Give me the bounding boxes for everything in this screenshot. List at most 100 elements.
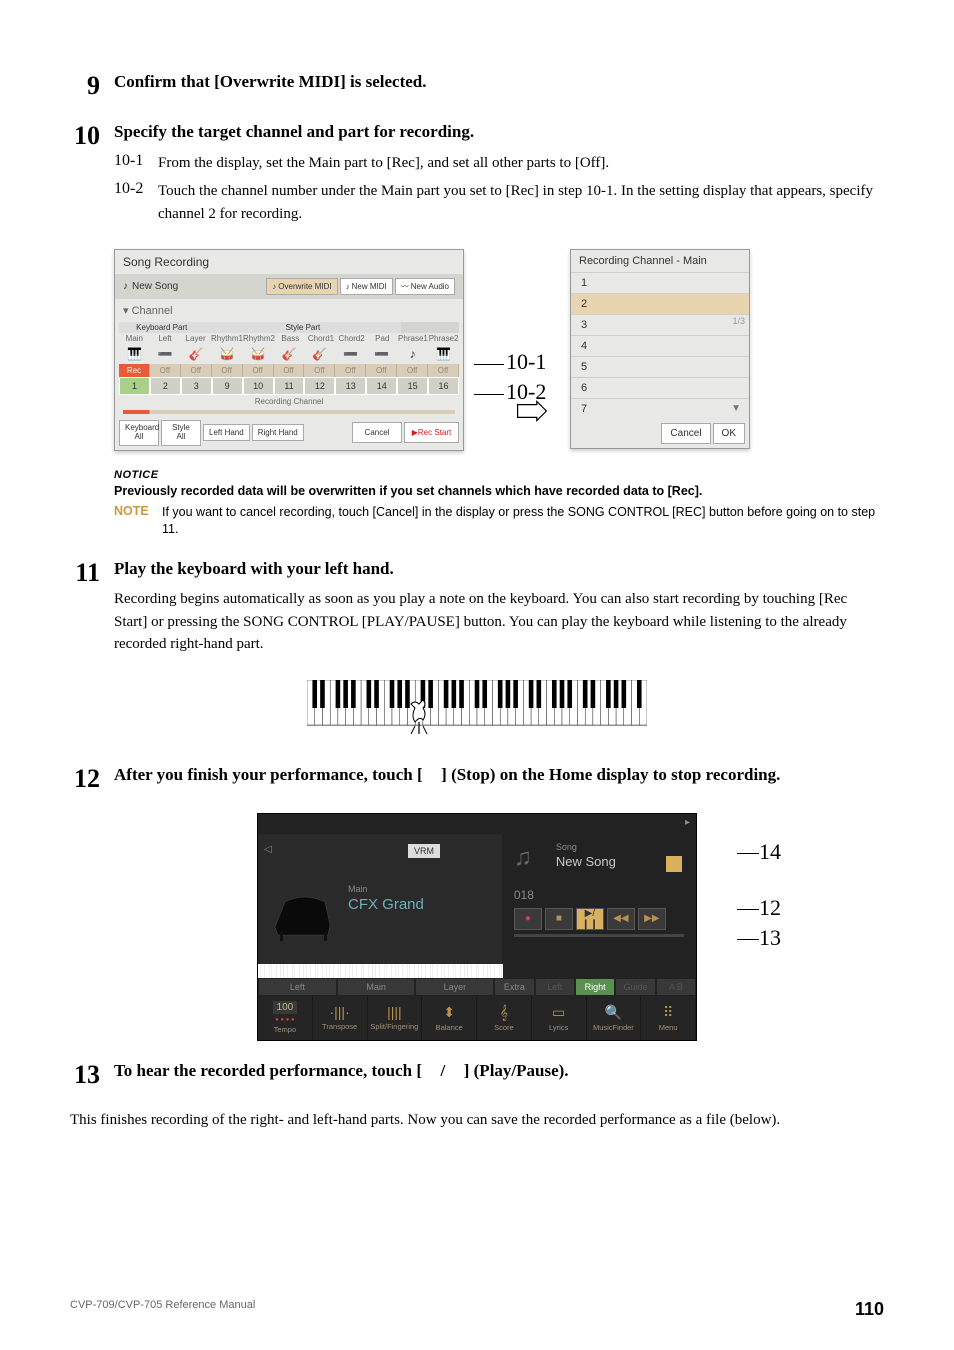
home-bottom-musicfinder[interactable]: 🔍MusicFinder (587, 996, 642, 1040)
home-bottom-score[interactable]: 𝄞Score (477, 996, 532, 1040)
step-12: 12 After you finish your performance, to… (70, 763, 884, 795)
expand-icon[interactable]: ▸ (685, 817, 690, 828)
channel-slider[interactable] (123, 410, 455, 414)
channel-number-cell[interactable]: 1 (119, 377, 150, 395)
channel-number-cell[interactable]: 16 (428, 377, 459, 395)
step-title: Confirm that [Overwrite MIDI] is selecte… (114, 70, 884, 94)
channel-number-cell[interactable]: 11 (274, 377, 305, 395)
record-button[interactable]: ● (514, 908, 542, 930)
rec-off-cell[interactable]: Off (150, 364, 181, 377)
callout-10-1: 10-1 (472, 349, 546, 375)
right-hand-button[interactable]: Right Hand (252, 424, 304, 441)
channel-number-cell[interactable]: 14 (366, 377, 397, 395)
channel-number-cell[interactable]: 9 (212, 377, 243, 395)
ok-button[interactable]: OK (713, 423, 745, 444)
channel-list-item[interactable]: 4 (571, 335, 749, 356)
callout-13: 13 (737, 925, 781, 951)
part-label: Phrase2 (428, 333, 459, 344)
rec-off-cell[interactable]: Off (304, 364, 335, 377)
cancel-button[interactable]: Cancel (661, 423, 710, 444)
callout-14: 14 (737, 839, 781, 865)
part-icon: ➖ (335, 344, 366, 364)
rec-off-cell[interactable]: Off (243, 364, 274, 377)
channel-number-cell[interactable]: 13 (335, 377, 366, 395)
arrow-icon (516, 399, 548, 423)
rec-off-cell[interactable]: Off (335, 364, 366, 377)
chevron-down-icon[interactable]: ▼ (731, 403, 741, 414)
rewind-button[interactable]: ◀◀ (607, 908, 635, 930)
vrm-badge: VRM (408, 844, 440, 858)
page-footer: CVP-709/CVP-705 Reference Manual 110 (70, 1299, 884, 1320)
guide-tab[interactable]: Guide (615, 978, 655, 996)
overwrite-midi-tab[interactable]: ♪Overwrite MIDI (266, 278, 337, 295)
channel-list-item[interactable]: 2 (571, 293, 749, 314)
part-icon: ♪ (397, 344, 428, 364)
left-hand-button[interactable]: Left Hand (203, 424, 250, 441)
play-pause-button[interactable]: ▶/❙❙ (576, 908, 604, 930)
right-part-tab[interactable]: Right (575, 978, 615, 996)
step-body: Recording begins automatically as soon a… (114, 588, 884, 656)
song-recording-panel: Song Recording ♪ New Song ♪Overwrite MID… (114, 249, 464, 451)
part-icon: ➖ (150, 344, 181, 364)
rec-off-cell[interactable]: Off (212, 364, 243, 377)
recording-channel-panel: Recording Channel - Main 1234567 Cancel … (570, 249, 750, 449)
back-icon[interactable]: ◁ (264, 844, 272, 855)
home-bottom-menu[interactable]: ⠿Menu (641, 996, 696, 1040)
note-text: If you want to cancel recording, touch [… (162, 504, 884, 539)
channel-list-item[interactable]: 6 (571, 377, 749, 398)
step-10: 10 Specify the target channel and part f… (70, 120, 884, 231)
step-title: After you finish your performance, touch… (114, 763, 884, 787)
home-bottom-lyrics[interactable]: ▭Lyrics (532, 996, 587, 1040)
rec-off-cell[interactable]: Off (181, 364, 212, 377)
step-13: 13 To hear the recorded performance, tou… (70, 1059, 884, 1091)
channel-number-cell[interactable]: 15 (397, 377, 428, 395)
left-part-tab[interactable]: Left (535, 978, 575, 996)
rec-start-button[interactable]: ▶Rec Start (404, 422, 459, 443)
part-label: Chord1 (306, 333, 337, 344)
style-all-button[interactable]: Style All (161, 420, 201, 446)
channel-list-item[interactable]: 3 (571, 314, 749, 335)
channel-number-cell[interactable]: 3 (181, 377, 212, 395)
home-bottom-splitfingering[interactable]: ||||Split/Fingering (368, 996, 423, 1040)
save-icon[interactable] (666, 856, 682, 872)
stop-button[interactable]: ■ (545, 908, 573, 930)
song-name[interactable]: New Song (556, 854, 616, 869)
channel-number-cell[interactable]: 10 (243, 377, 274, 395)
step-11: 11 Play the keyboard with your left hand… (70, 557, 884, 662)
channel-list-item[interactable]: 1 (571, 272, 749, 293)
forward-button[interactable]: ▶▶ (638, 908, 666, 930)
new-midi-tab[interactable]: ♪New MIDI (340, 278, 393, 295)
rec-off-cell[interactable]: Rec (119, 364, 150, 377)
layer-tab[interactable]: Layer (415, 978, 494, 996)
manual-title: CVP-709/CVP-705 Reference Manual (70, 1299, 255, 1320)
voice-name[interactable]: CFX Grand (348, 896, 424, 913)
channel-number-cell[interactable]: 2 (150, 377, 181, 395)
part-label: Rhythm2 (243, 333, 275, 344)
channel-list-item[interactable]: 5 (571, 356, 749, 377)
home-bottom-tempo[interactable]: 100● ● ● ●Tempo (258, 996, 313, 1040)
channel-number-cell[interactable]: 12 (304, 377, 335, 395)
home-bottom-balance[interactable]: ⬍Balance (422, 996, 477, 1040)
new-audio-tab[interactable]: 〰New Audio (395, 278, 455, 295)
panel-title: Recording Channel - Main (571, 250, 749, 272)
rec-off-cell[interactable]: Off (397, 364, 428, 377)
home-bottom-transpose[interactable]: ·|||·Transpose (313, 996, 368, 1040)
home-display-panel: ▸ ◁ VRM Main CFX Grand ♫ Song New Song 0 (257, 813, 697, 1041)
rec-off-cell[interactable]: Off (274, 364, 305, 377)
left-tab[interactable]: Left (258, 978, 337, 996)
cancel-button[interactable]: Cancel (352, 422, 402, 443)
rec-off-cell[interactable]: Off (366, 364, 397, 377)
notice-text: Previously recorded data will be overwri… (114, 484, 884, 498)
progress-bar[interactable] (514, 934, 684, 937)
main-tab[interactable]: Main (337, 978, 416, 996)
extra-tab[interactable]: Extra (494, 978, 534, 996)
keyboard-strip (258, 964, 503, 978)
part-icon: 🎸 (181, 344, 212, 364)
rec-off-cell[interactable]: Off (428, 364, 459, 377)
part-label: Main (119, 333, 150, 344)
notice-label: NOTICE (114, 469, 884, 481)
keyboard-all-button[interactable]: Keyboard All (119, 420, 159, 446)
channel-list-item[interactable]: 7 (571, 398, 749, 419)
ab-tab[interactable]: A B (656, 978, 696, 996)
style-part-header: Style Part (205, 322, 402, 333)
